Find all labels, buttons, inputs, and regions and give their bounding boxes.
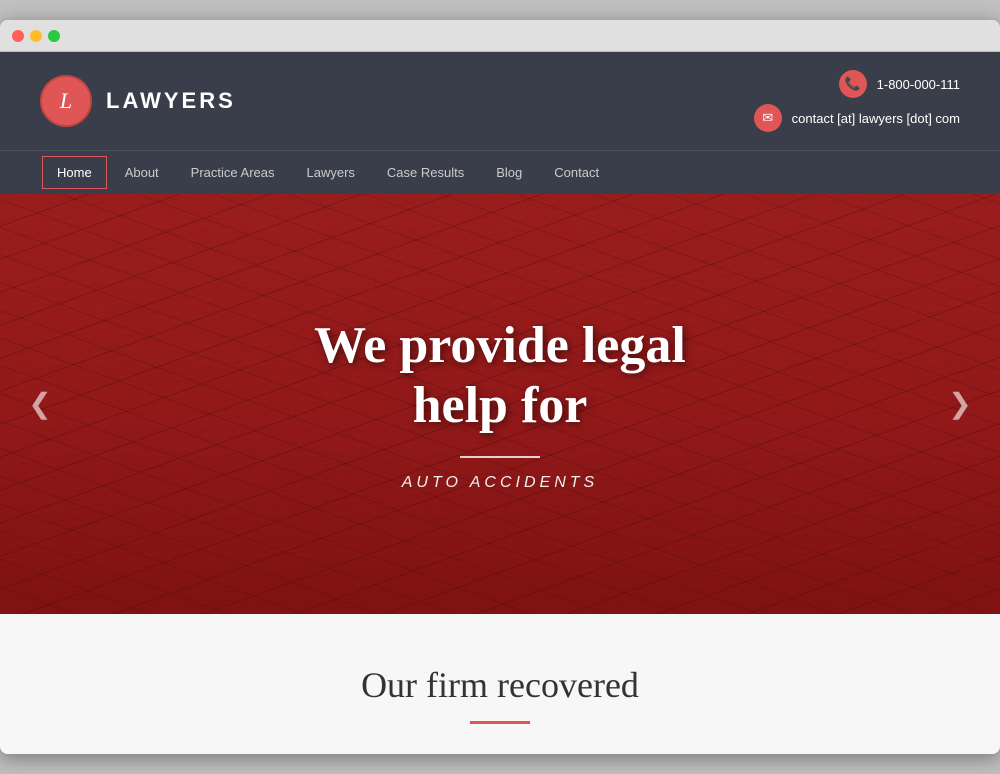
browser-chrome	[0, 20, 1000, 52]
close-dot[interactable]	[12, 30, 24, 42]
site-nav: Home About Practice Areas Lawyers Case R…	[0, 150, 1000, 194]
nav-item-about[interactable]: About	[109, 151, 175, 194]
logo-area: L LAWYERS	[40, 75, 236, 127]
nav-item-practice-areas[interactable]: Practice Areas	[175, 151, 291, 194]
maximize-dot[interactable]	[48, 30, 60, 42]
phone-contact: 📞 1-800-000-111	[839, 70, 960, 98]
browser-window: L LAWYERS 📞 1-800-000-111 ✉ contact [at]…	[0, 20, 1000, 754]
hero-next-arrow[interactable]: ❯	[940, 374, 980, 434]
contact-info: 📞 1-800-000-111 ✉ contact [at] lawyers […	[754, 70, 960, 132]
hero-section: ❮ We provide legal help for AUTO ACCIDEN…	[0, 194, 1000, 614]
phone-icon: 📞	[839, 70, 867, 98]
hero-subtitle: AUTO ACCIDENTS	[314, 474, 686, 492]
hero-headline: We provide legal help for	[314, 316, 686, 436]
minimize-dot[interactable]	[30, 30, 42, 42]
nav-item-lawyers[interactable]: Lawyers	[291, 151, 371, 194]
nav-item-blog[interactable]: Blog	[480, 151, 538, 194]
site-header: L LAWYERS 📞 1-800-000-111 ✉ contact [at]…	[0, 52, 1000, 150]
email-contact: ✉ contact [at] lawyers [dot] com	[754, 104, 960, 132]
logo-text: LAWYERS	[106, 88, 236, 114]
nav-item-case-results[interactable]: Case Results	[371, 151, 480, 194]
below-hero-title: Our firm recovered	[40, 664, 960, 706]
email-address: contact [at] lawyers [dot] com	[792, 111, 960, 126]
email-icon: ✉	[754, 104, 782, 132]
below-hero-accent	[470, 721, 530, 724]
hero-prev-arrow[interactable]: ❮	[20, 374, 60, 434]
below-hero-section: Our firm recovered	[0, 614, 1000, 754]
nav-item-home[interactable]: Home	[42, 156, 107, 189]
phone-number: 1-800-000-111	[877, 77, 960, 92]
logo-icon: L	[40, 75, 92, 127]
hero-content: We provide legal help for AUTO ACCIDENTS	[314, 316, 686, 492]
hero-divider	[460, 456, 540, 458]
nav-item-contact[interactable]: Contact	[538, 151, 615, 194]
